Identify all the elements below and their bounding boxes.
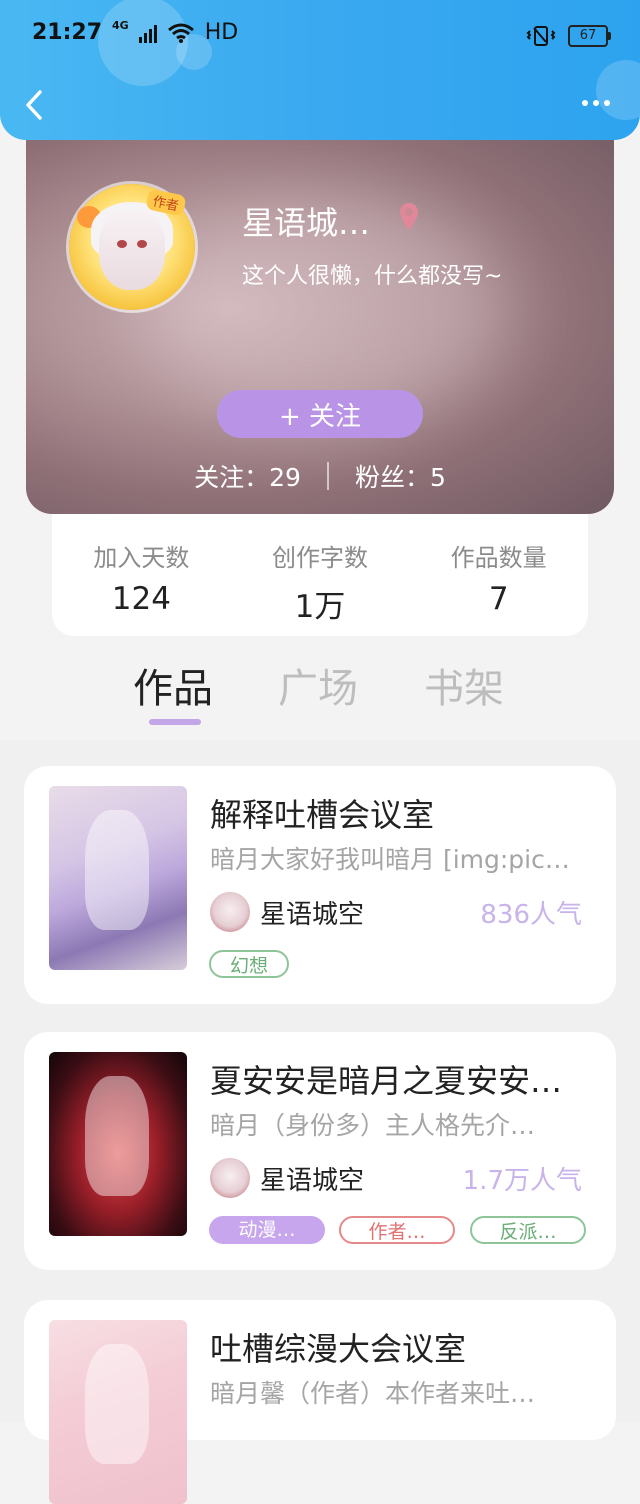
work-tag[interactable]: 动漫…: [209, 1216, 325, 1244]
work-tag[interactable]: 反派…: [470, 1216, 586, 1244]
works-list: 解释吐槽会议室 暗月大家好我叫暗月 [img:pic… 星语城空 836人气 幻…: [0, 740, 640, 1504]
work-description: 暗月大家好我叫暗月 [img:pic…: [210, 845, 570, 874]
location-icon: [400, 203, 418, 230]
signal-icon: [138, 23, 157, 43]
work-author-name: 星语城空: [260, 900, 365, 930]
follow-label: + 关注: [278, 401, 362, 432]
stat-join-days: 加入天数 124: [52, 514, 231, 636]
cover-figure: [85, 1344, 149, 1464]
work-card[interactable]: 解释吐槽会议室 暗月大家好我叫暗月 [img:pic… 星语城空 836人气 幻…: [24, 766, 616, 1004]
more-options-button[interactable]: [582, 100, 610, 106]
avatar-face: [99, 210, 165, 290]
stat-works-count: 作品数量 7: [409, 514, 588, 636]
follow-stats: 关注：29 粉丝：5: [26, 458, 614, 494]
work-author-avatar: [210, 892, 250, 932]
work-cover-image: [49, 1320, 187, 1504]
top-bar: 21:27 4G HD 67: [0, 0, 640, 140]
following-count[interactable]: 关注：29: [194, 458, 301, 494]
status-right: 67: [526, 24, 611, 48]
hd-indicator: HD: [204, 20, 239, 45]
stat-label: 作品数量: [450, 544, 547, 572]
work-description: 暗月（身份多）主人格先介…: [210, 1111, 536, 1140]
work-cover-image: [49, 1052, 187, 1236]
work-popularity: 836人气: [480, 900, 582, 930]
stat-value: 124: [111, 581, 171, 617]
battery-icon: 67: [568, 25, 611, 47]
tab-square[interactable]: 广场: [278, 656, 358, 714]
work-description: 暗月馨（作者）本作者来吐…: [210, 1379, 536, 1408]
vibrate-icon: [526, 26, 556, 46]
back-button[interactable]: [18, 88, 52, 122]
status-time: 21:27: [32, 20, 103, 45]
stat-word-count: 创作字数 1万: [231, 514, 410, 636]
author-avatar[interactable]: 作者: [69, 184, 195, 310]
cover-figure: [85, 1076, 149, 1196]
stat-value: 1万: [294, 589, 346, 625]
profile-bio: 这个人很懒，什么都没写~: [242, 264, 503, 289]
stat-label: 创作字数: [272, 544, 368, 572]
active-tab-indicator: [149, 719, 201, 725]
content-tabs: 作品 广场 书架: [0, 650, 640, 740]
tab-bookshelf[interactable]: 书架: [424, 656, 504, 714]
avatar-eye: [117, 240, 127, 248]
status-bar: 21:27 4G HD: [32, 19, 239, 45]
network-type: 4G: [112, 19, 129, 32]
divider: [326, 462, 329, 490]
work-tag[interactable]: 幻想: [209, 950, 289, 978]
stat-label: 加入天数: [93, 544, 190, 572]
work-title: 解释吐槽会议室: [210, 796, 435, 834]
wifi-icon: [167, 23, 194, 43]
work-title: 吐槽综漫大会议室: [210, 1330, 467, 1368]
follow-button[interactable]: + 关注: [217, 390, 423, 438]
decor-bubble: [596, 60, 640, 120]
work-popularity: 1.7万人气: [462, 1166, 582, 1196]
work-author-name: 星语城空: [260, 1166, 365, 1196]
followers-count[interactable]: 粉丝：5: [355, 458, 446, 494]
work-cover-image: [49, 786, 187, 970]
cover-figure: [85, 810, 149, 930]
stat-value: 7: [488, 581, 509, 617]
work-tag[interactable]: 作者…: [339, 1216, 455, 1244]
work-author-row: 星语城空 836人气: [210, 890, 582, 934]
author-stats-card: 加入天数 124 创作字数 1万 作品数量 7: [52, 514, 588, 636]
profile-name: 星语城…: [242, 204, 371, 242]
avatar-eye: [137, 240, 147, 248]
work-card[interactable]: 夏安安是暗月之夏安安… 暗月（身份多）主人格先介… 星语城空 1.7万人气 动漫…: [24, 1032, 616, 1270]
work-card[interactable]: 吐槽综漫大会议室 暗月馨（作者）本作者来吐…: [24, 1300, 616, 1504]
tab-works[interactable]: 作品: [133, 656, 213, 714]
work-title: 夏安安是暗月之夏安安…: [210, 1062, 563, 1100]
profile-card: 作者 星语城… 这个人很懒，什么都没写~ + 关注 关注：29 粉丝：5: [26, 140, 614, 514]
work-author-avatar: [210, 1158, 250, 1198]
work-author-row: 星语城空 1.7万人气: [210, 1156, 582, 1200]
